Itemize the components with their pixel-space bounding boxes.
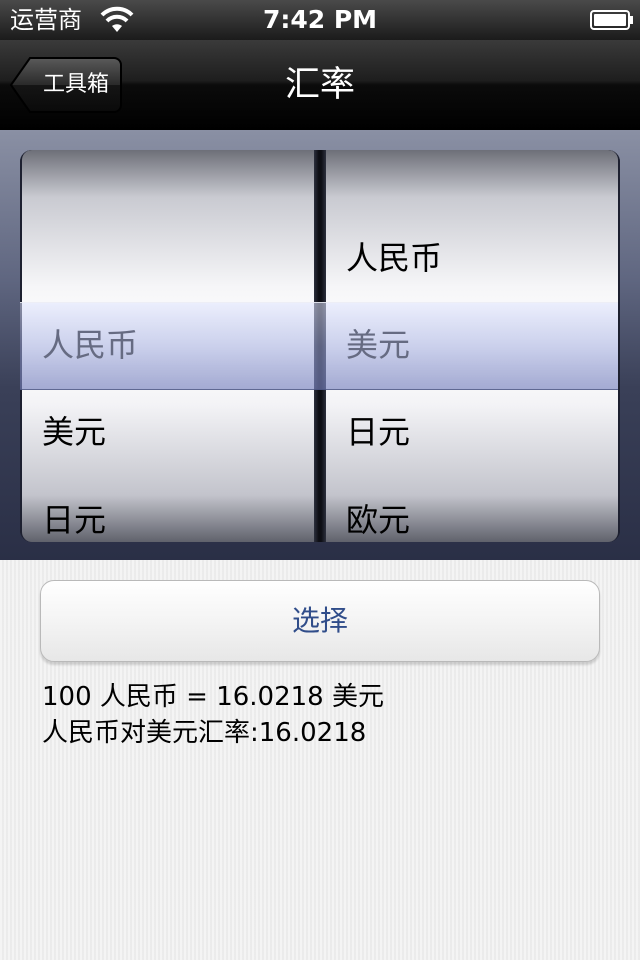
picker-row[interactable]: 美元 (42, 388, 312, 476)
exchange-rate-text: 人民币对美元汇率:16.0218 (42, 718, 367, 748)
picker-row[interactable]: 日元 (346, 388, 616, 476)
select-button[interactable]: 选择 (40, 580, 600, 662)
selected-from-currency[interactable]: 人民币 (42, 302, 138, 388)
status-time: 7:42 PM (262, 5, 378, 34)
selected-to-currency[interactable]: 美元 (346, 302, 410, 388)
picker-row[interactable]: 人民币 (346, 214, 616, 302)
picker-divider (314, 150, 326, 542)
picker-row[interactable]: 日元 (42, 476, 312, 542)
picker-row[interactable]: 欧元 (346, 476, 616, 542)
page-title: 汇率 (284, 65, 355, 105)
battery-icon (590, 10, 633, 30)
status-bar: 运营商 7:42 PM (0, 0, 640, 40)
conversion-result: 100 人民币 = 16.0218 美元 (42, 682, 384, 712)
